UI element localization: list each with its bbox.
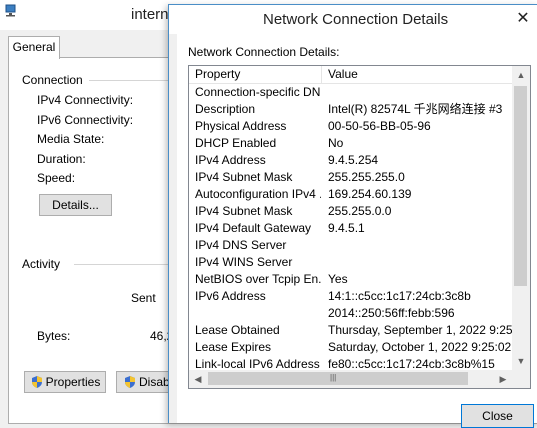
value-cell — [328, 237, 512, 254]
value-cell — [328, 84, 512, 101]
connection-divider — [89, 80, 179, 81]
activity-heading: Activity — [22, 257, 65, 271]
ipv6-connectivity-label: IPv6 Connectivity: — [37, 113, 134, 127]
dialog-titlebar[interactable]: Network Connection Details ✕ — [169, 5, 537, 34]
property-cell — [195, 305, 321, 322]
scroll-left-icon[interactable]: ◀ — [189, 370, 207, 388]
close-button[interactable]: Close — [461, 404, 534, 428]
list-item[interactable]: IPv4 Address 9.4.5.254 — [189, 152, 512, 169]
list-item[interactable]: NetBIOS over Tcpip En... Yes — [189, 271, 512, 288]
list-rows: Connection-specific DN... Description In… — [189, 84, 512, 370]
value-cell: 255.255.255.0 — [328, 170, 405, 184]
bytes-label: Bytes: — [37, 329, 71, 343]
details-caption: Network Connection Details: — [188, 45, 340, 59]
list-item[interactable]: IPv4 Subnet Mask 255.255.255.0 — [189, 169, 512, 186]
list-item[interactable]: Description Intel(R) 82574L 千兆网络连接 #3 — [189, 101, 512, 118]
activity-divider — [74, 264, 179, 265]
uac-shield-icon — [31, 376, 42, 389]
tab-general-label: General — [12, 40, 56, 54]
list-item[interactable]: Lease Expires Saturday, October 1, 2022 … — [189, 339, 512, 356]
scroll-right-icon[interactable]: ▶ — [494, 370, 512, 388]
value-cell: 9.4.5.1 — [328, 221, 365, 235]
speed-label: Speed: — [37, 171, 76, 185]
property-cell: IPv4 Address — [195, 153, 266, 167]
column-header-value[interactable]: Value — [322, 66, 512, 83]
connection-heading: Connection — [22, 73, 87, 87]
list-item[interactable]: IPv6 Address 14:1::c5cc:1c17:24cb:3c8b — [189, 288, 512, 305]
horizontal-scroll-thumb[interactable]: ||| — [208, 372, 468, 385]
property-cell: Connection-specific DN... — [195, 85, 321, 99]
value-cell: No — [328, 136, 344, 150]
close-icon[interactable]: ✕ — [509, 8, 537, 30]
list-item[interactable]: IPv4 Subnet Mask 255.255.0.0 — [189, 203, 512, 220]
tab-general[interactable]: General — [8, 36, 60, 59]
value-cell: Yes — [328, 272, 348, 286]
scrollbar-corner — [512, 370, 530, 388]
list-item[interactable]: 2014::250:56ff:febb:596 — [189, 305, 512, 322]
list-item[interactable]: IPv4 DNS Server — [189, 237, 512, 254]
list-item[interactable]: Lease Obtained Thursday, September 1, 20… — [189, 322, 512, 339]
vertical-scroll-thumb[interactable] — [514, 86, 527, 286]
value-cell: 00-50-56-BB-05-96 — [328, 119, 431, 133]
properties-button[interactable]: Properties — [24, 371, 106, 393]
scroll-up-icon[interactable]: ▲ — [512, 66, 530, 84]
sent-label: Sent — [131, 291, 156, 305]
value-cell: Intel(R) 82574L 千兆网络连接 #3 — [328, 102, 503, 116]
value-cell: 2014::250:56ff:febb:596 — [328, 306, 455, 320]
list-header: Property Value — [189, 66, 512, 84]
uac-shield-icon — [125, 376, 135, 389]
network-icon — [5, 4, 16, 17]
dialog-body: Network Connection Details: Property Val… — [177, 34, 537, 428]
list-item[interactable]: Connection-specific DN... — [189, 84, 512, 101]
list-item[interactable]: Physical Address 00-50-56-BB-05-96 — [189, 118, 512, 135]
list-item[interactable]: IPv4 WINS Server — [189, 254, 512, 271]
grip-icon: ||| — [330, 373, 337, 382]
network-connection-details-dialog: Network Connection Details ✕ Network Con… — [168, 4, 537, 428]
value-cell: Thursday, September 1, 2022 9:25:02 — [328, 323, 512, 337]
media-state-label: Media State: — [37, 132, 105, 146]
column-header-property[interactable]: Property — [189, 66, 322, 83]
list-item[interactable]: Link-local IPv6 Address fe80::c5cc:1c17:… — [189, 356, 512, 370]
list-item[interactable]: IPv4 Default Gateway 9.4.5.1 — [189, 220, 512, 237]
property-cell: IPv4 Subnet Mask — [195, 170, 293, 184]
dialog-title: Network Connection Details — [263, 11, 449, 28]
vertical-scrollbar[interactable]: ▲ ▼ — [512, 66, 530, 370]
value-cell: 255.255.0.0 — [328, 204, 392, 218]
property-cell: Description — [195, 102, 256, 116]
property-cell: Link-local IPv6 Address — [195, 357, 320, 370]
horizontal-scrollbar[interactable]: ◀ ||| ▶ — [189, 370, 512, 388]
property-cell: IPv4 Subnet Mask — [195, 204, 293, 218]
property-cell: Autoconfiguration IPv4 ... — [195, 187, 321, 201]
property-cell: IPv4 Default Gateway — [195, 221, 312, 235]
ipv4-connectivity-label: IPv4 Connectivity: — [37, 93, 134, 107]
property-cell: NetBIOS over Tcpip En... — [195, 272, 321, 286]
property-cell: DHCP Enabled — [195, 136, 277, 150]
properties-button-label: Properties — [45, 374, 101, 389]
property-cell: IPv4 DNS Server — [195, 238, 287, 252]
property-cell: Lease Expires — [195, 340, 272, 354]
details-button[interactable]: Details... — [39, 194, 112, 216]
scroll-down-icon[interactable]: ▼ — [512, 352, 530, 370]
value-cell: 14:1::c5cc:1c17:24cb:3c8b — [328, 289, 471, 303]
details-list-view[interactable]: Property Value Connection-specific DN...… — [188, 65, 531, 389]
list-item[interactable]: Autoconfiguration IPv4 ... 169.254.60.13… — [189, 186, 512, 203]
value-cell: 169.254.60.139 — [328, 187, 412, 201]
list-item[interactable]: DHCP Enabled No — [189, 135, 512, 152]
property-cell: Physical Address — [195, 119, 287, 133]
value-cell: 9.4.5.254 — [328, 153, 379, 167]
property-cell: IPv6 Address — [195, 289, 266, 303]
property-cell: Lease Obtained — [195, 323, 280, 337]
property-cell: IPv4 WINS Server — [195, 255, 293, 269]
status-window-title: intern — [131, 6, 169, 23]
duration-label: Duration: — [37, 152, 86, 166]
value-cell: Saturday, October 1, 2022 9:25:02 PM — [328, 340, 512, 354]
value-cell: fe80::c5cc:1c17:24cb:3c8b%15 — [328, 357, 495, 370]
value-cell — [328, 254, 512, 271]
